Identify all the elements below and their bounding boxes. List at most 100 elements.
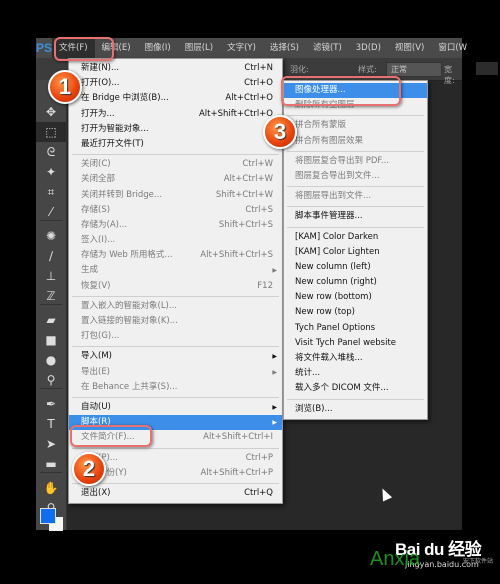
menu-item-label: 脚本(R) [81,417,111,428]
menu-item-label: 新建(N)... [81,63,120,73]
menu-item-label: 载入多个 DICOM 文件... [295,383,389,394]
gradient-icon[interactable]: ■ [36,330,66,350]
menu-item-label: 将图层复合导出到 PDF... [295,155,390,166]
menu-item-label: 拼合所有蒙版 [295,120,347,131]
menu-item[interactable]: 最近打开文件(T) [69,137,282,152]
menu-item-label: 存储为 Web 所用格式... [81,250,173,261]
tool-separator [40,220,62,221]
dodge-icon[interactable]: ⚲ [36,370,66,390]
magic-wand-icon[interactable]: ✦ [36,162,66,182]
menu-separator [287,186,424,188]
menu-filter[interactable]: 滤镜(T) [306,38,349,58]
menu-item: 关闭并转到 Bridge... Shift+Ctrl+W [69,188,282,203]
menu-item[interactable]: 将文件载入堆栈... [284,351,427,366]
menu-view[interactable]: 视图(V) [388,38,431,58]
width-input[interactable] [476,62,498,75]
menu-item: 文件简介(F)... Alt+Shift+Ctrl+I [69,430,282,445]
menu-item-shortcut: Ctrl+O [244,78,273,89]
menu-3d[interactable]: 3D(D) [349,38,388,58]
shape-icon[interactable]: ▬ [36,454,66,474]
menu-item-label: 恢复(V) [81,280,111,291]
menu-item: 生成 ▶ [69,263,282,278]
tool-separator [40,304,62,305]
type-icon[interactable]: T [36,414,66,434]
menu-separator [72,154,279,156]
menu-image[interactable]: 图像(I) [138,38,178,58]
menu-window[interactable]: 窗口(W [431,38,474,58]
menu-item[interactable]: 在 Bridge 中浏览(B)... Alt+Ctrl+O [69,91,282,106]
menu-item[interactable]: 新建(N)... Ctrl+N [69,61,282,76]
menu-item-shortcut: Alt+Shift+Ctrl+I [203,432,273,443]
menu-item[interactable]: New row (bottom) [284,290,427,305]
menu-item[interactable]: [KAM] Color Lighten [284,245,427,260]
menu-item[interactable]: 统计... [284,366,427,381]
menu-item-label: 关闭全部 [81,174,116,185]
menu-item: 导出(E) ▶ [69,365,282,380]
menu-select[interactable]: 选择(S) [263,38,306,58]
menu-item[interactable]: 浏览(B)... [284,402,427,417]
healing-brush-icon[interactable]: ✺ [36,226,66,246]
style-select[interactable]: 正常 [386,62,442,77]
menu-item: 拼合所有蒙版 [284,118,427,133]
menu-separator [287,206,424,208]
menu-item[interactable]: 自动(U) ▶ [69,400,282,415]
menu-item: 在 Behance 上共享(S)... [69,380,282,395]
lasso-icon[interactable]: ᘓ [36,142,66,162]
crop-icon[interactable]: ⌗ [36,182,66,202]
menu-edit[interactable]: 编辑(E) [95,38,138,58]
menu-layer[interactable]: 图层(L) [178,38,220,58]
menu-item-label: 导入(M) [81,351,112,362]
menu-item-label: 打包(G)... [81,331,120,342]
menu-separator [72,396,279,398]
menu-item[interactable]: New column (right) [284,275,427,290]
menu-item: 打包(G)... [69,329,282,344]
menu-item[interactable]: Tych Panel Options [284,321,427,336]
menu-item: 将图层导出到文件... [284,189,427,204]
menu-item[interactable]: New row (top) [284,305,427,320]
step-badge-1: 1 [48,70,82,104]
menu-item[interactable]: 图像处理器... [284,83,427,99]
menu-item-label: 存储为(A)... [81,219,128,230]
menu-item[interactable]: 载入多个 DICOM 文件... [284,381,427,396]
eyedropper-icon[interactable]: ⁄ [36,202,66,222]
menu-item-label: [KAM] Color Lighten [295,246,380,257]
blur-icon[interactable]: ● [36,350,66,370]
menu-item-label: 自动(U) [81,401,111,412]
marquee-icon[interactable]: ⬚ [36,122,66,142]
move-icon[interactable]: ✥ [36,102,66,122]
hand-icon[interactable]: ✋ [36,478,66,498]
menu-item[interactable]: 脚本(R) ▶ [69,415,282,431]
menu-item[interactable]: Visit Tych Panel website [284,336,427,351]
submenu-arrow-icon: ▶ [272,267,277,275]
menu-item-label: 图像处理器... [295,85,346,95]
menu-item-shortcut: F12 [257,280,273,291]
menu-item: 关闭全部 Alt+Ctrl+W [69,172,282,187]
menu-item[interactable]: 打开为... Alt+Shift+Ctrl+O [69,107,282,122]
photoshop-logo: PS [36,41,53,55]
menu-item[interactable]: 脚本事件管理器... [284,209,427,224]
menu-item-label: 存储(S) [81,204,111,215]
menu-item[interactable]: [KAM] Color Darken [284,230,427,245]
history-brush-icon[interactable]: ℤ [36,286,66,306]
eraser-icon[interactable]: ▰ [36,310,66,330]
menu-item[interactable]: New column (left) [284,260,427,275]
menu-type[interactable]: 文字(Y) [220,38,263,58]
submenu-arrow-icon: ▶ [272,403,277,411]
menu-item: 将图层复合导出到 PDF... [284,154,427,169]
menu-item-label: 退出(X) [81,487,111,498]
menu-file[interactable]: 文件(F) [52,38,95,58]
foreground-color-swatch[interactable] [40,508,56,524]
menu-item[interactable]: 打开(O)... Ctrl+O [69,76,282,91]
brush-icon[interactable]: ∕ [36,246,66,266]
stamp-icon[interactable]: ⊥ [36,266,66,286]
pen-icon[interactable]: ✒ [36,394,66,414]
menu-item-label: [KAM] Color Darken [295,231,379,242]
path-selection-icon[interactable]: ➤ [36,434,66,454]
menu-item[interactable]: 打开为智能对象... [69,122,282,137]
menu-item[interactable]: 导入(M) ▶ [69,349,282,364]
menu-item[interactable]: 退出(X) Ctrl+Q [69,486,282,501]
menu-item: 存储为 Web 所用格式... Alt+Shift+Ctrl+S [69,248,282,263]
menu-item-label: 在 Bridge 中浏览(B)... [81,93,169,104]
tool-separator [40,472,62,473]
menu-item-shortcut: Ctrl+Q [244,487,273,498]
